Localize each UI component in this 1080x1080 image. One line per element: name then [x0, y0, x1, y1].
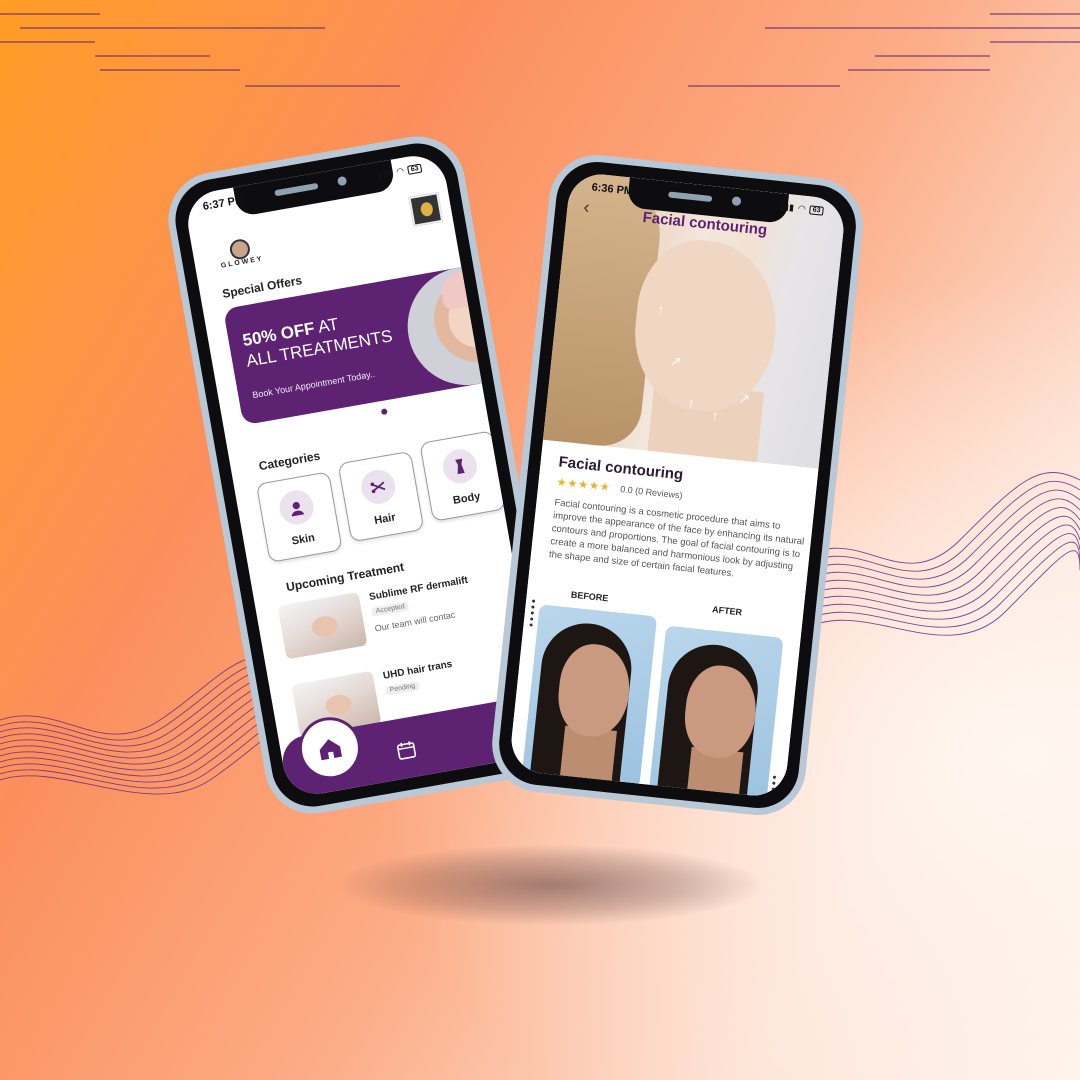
- hair-scissors-icon: [358, 467, 398, 507]
- phone-detail-screen: ↑ ↗ ↑ ↑ ↗ 6:36 PM ▮▮▮ ◠ 63 ‹ Facial cont…: [487, 150, 868, 820]
- contour-arrow-icon: ↗: [737, 389, 751, 408]
- category-label: Body: [452, 490, 482, 508]
- wifi-icon: ◠: [797, 203, 807, 214]
- after-photo: [648, 625, 784, 799]
- offer-at: AT: [312, 314, 340, 338]
- body-figure-icon: [440, 446, 480, 487]
- battery-icon: 63: [407, 163, 423, 175]
- carousel-dot[interactable]: [380, 408, 388, 416]
- status-badge: Pending: [385, 680, 420, 696]
- offer-subtext: Book Your Appointment Today..: [251, 368, 376, 401]
- category-skin[interactable]: Skin: [255, 471, 343, 563]
- treatment-description: Facial contouring is a cosmetic procedur…: [548, 497, 805, 580]
- contour-arrow-icon: ↗: [669, 352, 683, 370]
- signal-icon: ▮▮▮: [778, 201, 795, 213]
- before-label: BEFORE: [570, 589, 609, 604]
- app-logo[interactable]: GLOWEY: [216, 235, 266, 270]
- star-rating-icon: ★★★★★: [555, 476, 612, 494]
- phone-shadow: [340, 845, 760, 925]
- offer-headline: 50% OFF AT ALL TREATMENTS: [241, 301, 416, 372]
- status-time: 6:37 PM: [201, 193, 245, 213]
- status-badge: Accepted: [371, 601, 410, 617]
- category-hair[interactable]: Hair: [337, 450, 425, 543]
- drag-handle-icon[interactable]: [529, 599, 536, 629]
- treatment-thumbnail: [277, 591, 368, 660]
- after-label: AFTER: [711, 604, 743, 618]
- home-icon: [319, 739, 342, 761]
- reviews-count: 0.0 (0 Reviews): [619, 484, 683, 501]
- calendar-icon[interactable]: [395, 738, 418, 761]
- notch: [233, 159, 396, 218]
- treatment-name: Sublime RF dermalift: [368, 574, 469, 604]
- category-label: Hair: [373, 511, 397, 527]
- detail-screen: ↑ ↗ ↑ ↑ ↗ 6:36 PM ▮▮▮ ◠ 63 ‹ Facial cont…: [508, 171, 847, 799]
- before-photo: [521, 604, 658, 788]
- detail-content: Facial contouring ★★★★★ 0.0 (0 Reviews) …: [508, 439, 819, 799]
- battery-icon: 63: [809, 205, 824, 216]
- categories-title: Categories: [257, 448, 322, 474]
- category-body[interactable]: Body: [419, 430, 507, 522]
- treatment-name: UHD hair trans: [382, 658, 454, 682]
- category-label: Skin: [290, 531, 316, 548]
- woman-face-icon: [276, 487, 317, 528]
- wifi-icon: ◠: [395, 165, 405, 177]
- drag-handle-icon[interactable]: [770, 775, 777, 799]
- profile-avatar[interactable]: [408, 192, 444, 227]
